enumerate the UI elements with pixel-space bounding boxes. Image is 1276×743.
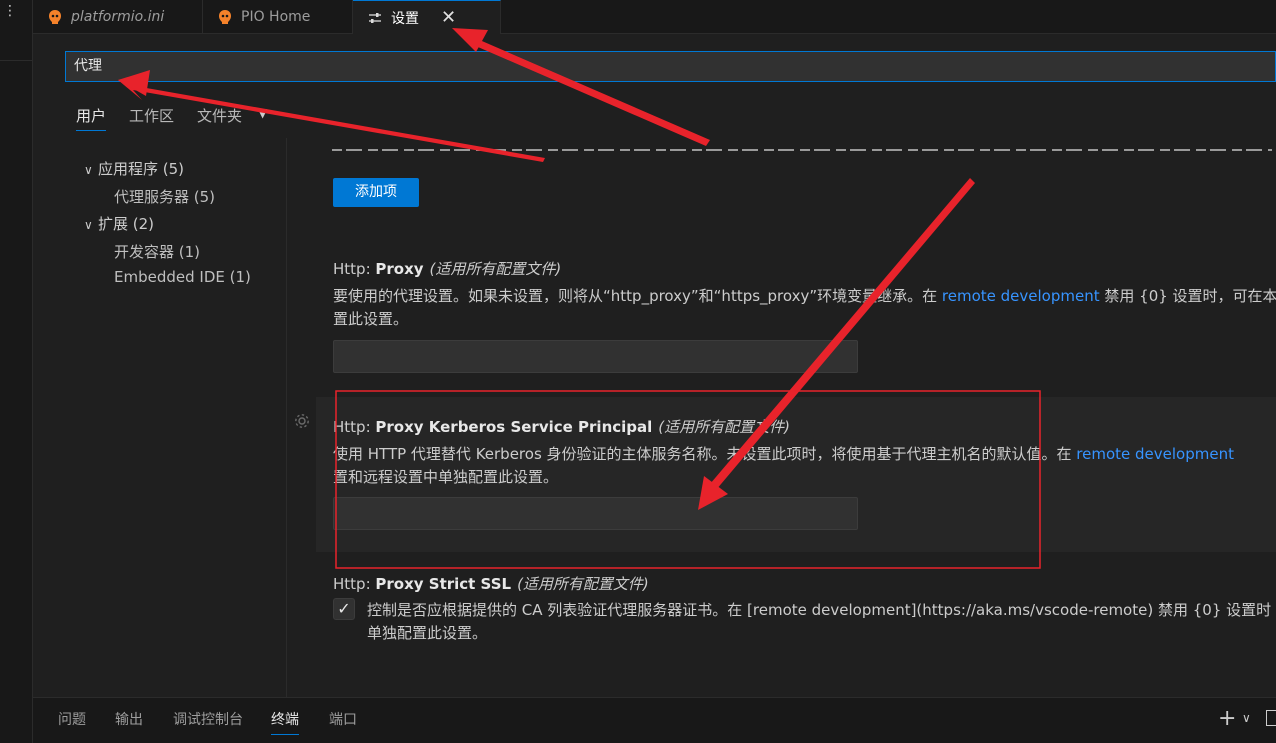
settings-sliders-icon bbox=[369, 12, 381, 23]
activity-bar: ⋮ bbox=[0, 0, 33, 743]
proxy-input[interactable] bbox=[333, 340, 858, 373]
more-actions-icon[interactable]: ⋮ bbox=[0, 0, 20, 22]
panel-tab-output[interactable]: 输出 bbox=[115, 710, 143, 734]
strict-ssl-checkbox[interactable]: ✓ bbox=[333, 598, 355, 620]
desc-text: 要使用的代理设置。如果未设置，则将从“http_proxy”和“https_pr… bbox=[333, 287, 942, 305]
panel-tab-ports[interactable]: 端口 bbox=[329, 710, 357, 734]
toc-item-application[interactable]: ∨ 应用程序 (5) bbox=[84, 158, 184, 179]
add-item-button[interactable]: 添加项 bbox=[333, 178, 419, 207]
panel-tab-terminal[interactable]: 终端 bbox=[271, 710, 299, 735]
tab-label: 设置 bbox=[391, 10, 419, 27]
panel-tab-debug-console[interactable]: 调试控制台 bbox=[173, 710, 243, 734]
folder-dropdown-icon[interactable]: ▼ bbox=[258, 106, 267, 120]
setting-desc-strict-ssl-line2: 单独配置此设置。 bbox=[367, 624, 488, 642]
chevron-down-icon: ∨ bbox=[84, 218, 93, 232]
setting-scope-hint: (适用所有配置文件) bbox=[517, 575, 649, 593]
setting-title-kerberos: Http: Proxy Kerberos Service Principal (适… bbox=[333, 416, 790, 437]
toc-item-dev-containers[interactable]: 开发容器 (1) bbox=[114, 241, 200, 262]
tab-pio-home[interactable]: PIO Home bbox=[203, 0, 353, 34]
setting-category: Http: bbox=[333, 260, 376, 278]
close-icon[interactable]: ✕ bbox=[441, 7, 456, 28]
setting-name: Proxy bbox=[375, 260, 424, 278]
setting-title-strict-ssl: Http: Proxy Strict SSL (适用所有配置文件) bbox=[333, 573, 649, 594]
setting-desc-kerberos: 使用 HTTP 代理替代 Kerberos 身份验证的主体服务名称。未设置此项时… bbox=[333, 443, 1276, 466]
toc-label: 应用程序 (5) bbox=[98, 160, 185, 178]
setting-name: Proxy Kerberos Service Principal bbox=[375, 418, 653, 436]
chevron-down-icon: ∨ bbox=[84, 163, 93, 177]
split-terminal-icon[interactable] bbox=[1266, 710, 1276, 726]
desc-text: 使用 HTTP 代理替代 Kerberos 身份验证的主体服务名称。未设置此项时… bbox=[333, 445, 1077, 463]
remote-development-link[interactable]: remote development bbox=[1076, 445, 1234, 463]
remote-development-link[interactable]: remote development bbox=[942, 287, 1100, 305]
setting-desc-proxy: 要使用的代理设置。如果未设置，则将从“http_proxy”和“https_pr… bbox=[333, 285, 1276, 308]
desc-text: 禁用 {0} 设置时，可在本 bbox=[1099, 287, 1276, 305]
settings-search-input[interactable]: 代理 bbox=[65, 51, 1276, 82]
gear-icon[interactable] bbox=[293, 412, 311, 430]
tab-user[interactable]: 用户 bbox=[76, 104, 107, 131]
tab-settings[interactable]: 设置 ✕ bbox=[353, 0, 501, 34]
setting-desc-strict-ssl: 控制是否应根据提供的 CA 列表验证代理服务器证书。在 [remote deve… bbox=[367, 601, 1272, 619]
setting-title-proxy: Http: Proxy (适用所有配置文件) bbox=[333, 258, 561, 279]
scrolled-content-edge bbox=[287, 140, 1276, 156]
tab-platformio-ini[interactable]: platformio.ini bbox=[33, 0, 203, 34]
tab-label: platformio.ini bbox=[71, 9, 165, 25]
setting-desc-kerberos-line2: 置和远程设置中单独配置此设置。 bbox=[333, 468, 559, 486]
chevron-down-icon[interactable]: ∨ bbox=[1242, 711, 1251, 725]
platformio-icon bbox=[49, 10, 61, 24]
settings-toc bbox=[33, 138, 287, 698]
toc-label: 扩展 (2) bbox=[98, 215, 155, 233]
panel-tab-problems[interactable]: 问题 bbox=[58, 710, 86, 734]
tab-workspace[interactable]: 工作区 bbox=[129, 104, 174, 130]
toc-item-embedded-ide[interactable]: Embedded IDE (1) bbox=[114, 268, 251, 286]
toc-item-extensions[interactable]: ∨ 扩展 (2) bbox=[84, 213, 154, 234]
editor-tab-bar: platformio.ini PIO Home 设置 ✕ bbox=[33, 0, 1276, 34]
tab-label: PIO Home bbox=[241, 9, 311, 25]
setting-scope-hint: (适用所有配置文件) bbox=[658, 418, 791, 436]
setting-name: Proxy Strict SSL bbox=[375, 575, 512, 593]
setting-scope-hint: (适用所有配置文件) bbox=[429, 260, 562, 278]
setting-desc-proxy-line2: 置此设置。 bbox=[333, 310, 409, 328]
kerberos-input[interactable] bbox=[333, 497, 858, 530]
add-terminal-icon[interactable]: + bbox=[1218, 706, 1236, 731]
toc-item-proxy[interactable]: 代理服务器 (5) bbox=[114, 186, 215, 207]
activity-divider bbox=[0, 60, 33, 61]
setting-category: Http: bbox=[333, 418, 376, 436]
setting-category: Http: bbox=[333, 575, 376, 593]
tab-folder[interactable]: 文件夹 bbox=[197, 104, 242, 130]
platformio-icon bbox=[219, 10, 231, 24]
